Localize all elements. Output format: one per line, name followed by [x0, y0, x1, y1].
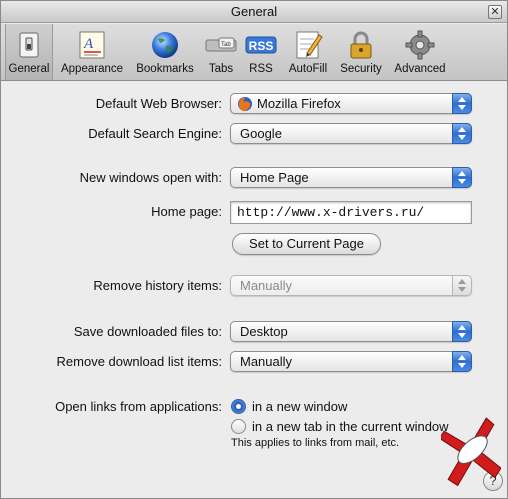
tab-security-label: Security	[340, 63, 382, 75]
svg-text:A: A	[83, 36, 94, 52]
title-bar: General ✕	[1, 1, 507, 23]
tab-advanced-label: Advanced	[394, 63, 446, 75]
svg-text:RSS: RSS	[249, 39, 274, 53]
radio-new-tab[interactable]	[231, 419, 246, 434]
preferences-toolbar: General A Appearance Bookmarks Tab Tabs …	[1, 24, 507, 81]
tab-icon: Tab	[205, 37, 237, 52]
default-search-value: Google	[240, 126, 282, 141]
tab-appearance[interactable]: A Appearance	[57, 24, 127, 80]
new-windows-popup[interactable]: Home Page	[230, 167, 472, 188]
popup-arrows-icon	[452, 123, 472, 144]
tab-bookmarks-label: Bookmarks	[136, 63, 194, 75]
tab-advanced[interactable]: Advanced	[390, 24, 450, 80]
rss-icon: RSS	[245, 36, 277, 54]
lock-icon	[350, 31, 372, 59]
window-title: General	[230, 4, 278, 19]
popup-arrows-icon	[452, 321, 472, 342]
default-search-popup[interactable]: Google	[230, 123, 472, 144]
open-links-note: This applies to links from mail, etc.	[231, 437, 400, 449]
tab-general-label: General	[8, 63, 50, 75]
tab-security[interactable]: Security	[336, 24, 386, 80]
remove-history-popup: Manually	[230, 275, 472, 296]
default-search-label: Default Search Engine:	[88, 126, 222, 141]
popup-arrows-icon	[452, 93, 472, 114]
popup-arrows-icon	[452, 275, 472, 296]
tab-bookmarks[interactable]: Bookmarks	[132, 24, 198, 80]
remove-downloads-value: Manually	[240, 354, 293, 369]
tab-autofill-label: AutoFill	[288, 63, 328, 75]
set-current-page-button[interactable]: Set to Current Page	[232, 233, 381, 255]
general-pane: Default Web Browser: Mozilla Firefox Def…	[1, 82, 507, 498]
default-browser-popup[interactable]: Mozilla Firefox	[230, 93, 472, 114]
tab-appearance-label: Appearance	[60, 63, 124, 75]
tab-rss-label: RSS	[249, 63, 273, 75]
globe-icon	[152, 32, 178, 58]
switch-icon	[19, 32, 39, 58]
firefox-icon	[238, 97, 252, 111]
svg-text:Tab: Tab	[221, 42, 231, 48]
popup-arrows-icon	[452, 351, 472, 372]
pencil-form-icon	[296, 31, 323, 59]
home-page-label: Home page:	[151, 204, 222, 219]
x-drivers-watermark-logo	[441, 417, 501, 487]
tab-rss[interactable]: RSS RSS	[242, 24, 280, 80]
default-browser-label: Default Web Browser:	[95, 96, 222, 111]
close-button[interactable]: ✕	[488, 5, 502, 19]
remove-history-value: Manually	[240, 278, 293, 293]
save-downloads-popup[interactable]: Desktop	[230, 321, 472, 342]
save-downloads-label: Save downloaded files to:	[73, 324, 222, 339]
tab-autofill[interactable]: AutoFill	[284, 24, 332, 80]
new-windows-label: New windows open with:	[79, 170, 222, 185]
tab-general[interactable]: General	[5, 24, 53, 80]
gear-icon	[405, 30, 435, 60]
save-downloads-value: Desktop	[240, 324, 288, 339]
default-browser-value: Mozilla Firefox	[257, 96, 341, 111]
open-links-label: Open links from applications:	[55, 399, 222, 414]
radio-new-window[interactable]	[231, 399, 246, 414]
remove-downloads-popup[interactable]: Manually	[230, 351, 472, 372]
font-sample-icon: A	[79, 31, 105, 59]
radio-new-window-label[interactable]: in a new window	[252, 399, 347, 414]
tab-tabs[interactable]: Tab Tabs	[202, 24, 240, 80]
tab-tabs-label: Tabs	[208, 63, 234, 75]
popup-arrows-icon	[452, 167, 472, 188]
remove-history-label: Remove history items:	[93, 278, 222, 293]
radio-new-tab-label[interactable]: in a new tab in the current window	[252, 419, 449, 434]
remove-downloads-label: Remove download list items:	[56, 354, 222, 369]
home-page-field[interactable]: http://www.x-drivers.ru/	[230, 201, 472, 224]
new-windows-value: Home Page	[240, 170, 309, 185]
preferences-window: General ✕ General A Appearance Bookmarks…	[0, 0, 508, 499]
